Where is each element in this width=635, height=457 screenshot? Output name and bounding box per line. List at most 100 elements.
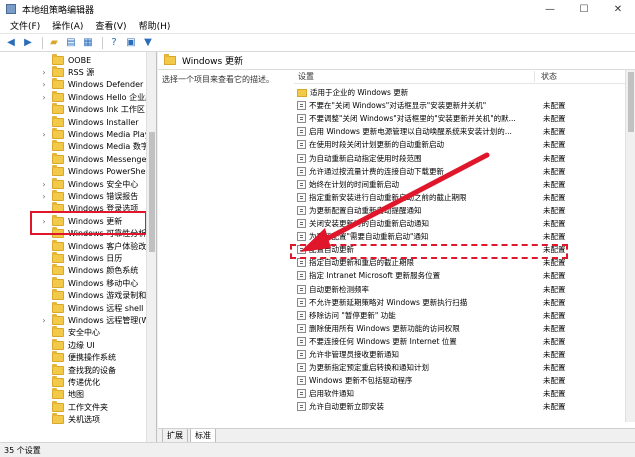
tree-item-label: Windows 日历 (68, 253, 123, 263)
policy-row[interactable]: 不要在"关闭 Windows"对话框显示"安装更新并关机" 未配置 (294, 100, 635, 111)
tree-item[interactable]: Windows 日历 (0, 251, 156, 264)
tree-item-label: Windows 远程 shell (68, 303, 144, 313)
chevron-right-icon[interactable]: › (40, 192, 48, 201)
tree-item[interactable]: › Windows 安全中心 (0, 177, 156, 190)
tree-item[interactable]: Windows 远程 shell (0, 301, 156, 314)
tree-item[interactable]: Windows Messenger (0, 152, 156, 165)
policy-row[interactable]: 为更新配置"需要自动重新启动"通知 未配置 (294, 231, 635, 242)
policy-icon (297, 114, 306, 124)
tree-item[interactable]: Windows PowerShell (0, 165, 156, 178)
tree-item[interactable]: › Windows Media Playe (0, 127, 156, 140)
policy-row[interactable]: 不要连接任何 Windows 更新 Internet 位置 未配置 (294, 336, 635, 347)
tree-item[interactable]: 便携操作系统 (0, 351, 156, 364)
policy-row[interactable]: 允许通过按流量计费的连接自动下载更新 未配置 (294, 166, 635, 177)
policy-row[interactable]: 自动更新检测频率 未配置 (294, 284, 635, 295)
tree-item[interactable]: 地图 (0, 388, 156, 401)
tree-item[interactable]: 安全中心 (0, 326, 156, 339)
list-scrollbar[interactable] (625, 70, 635, 422)
policy-icon (297, 232, 306, 242)
tree-item-label: Windows Defender Sm (67, 80, 157, 90)
policy-row[interactable]: 启用软件通知 未配置 (294, 388, 635, 399)
policy-row[interactable]: 为更新指定预定重启转换和通知计划 未配置 (294, 362, 635, 373)
policy-row[interactable]: 为更新配置自动重新启动提醒通知 未配置 (294, 205, 635, 216)
tree-item[interactable]: › Windows Hello 企业版 (0, 90, 156, 103)
policy-row[interactable]: Windows 更新不包括驱动程序 未配置 (294, 375, 635, 386)
chevron-right-icon[interactable]: › (40, 316, 48, 325)
tree-item[interactable]: Windows 移动中心 (0, 276, 156, 289)
tree-item[interactable]: 传递优化 (0, 375, 156, 388)
tree-item[interactable]: 工作文件夹 (0, 400, 156, 413)
policy-row[interactable]: 为自动重新启动指定使用时段范围 未配置 (294, 153, 635, 164)
tree-item[interactable]: › Windows Defender Sm (0, 78, 157, 91)
close-button[interactable]: ✕ (601, 0, 635, 18)
chevron-right-icon[interactable]: › (40, 93, 48, 102)
menu-help[interactable]: 帮助(H) (133, 19, 177, 32)
tree-scrollbar[interactable] (146, 52, 156, 442)
policy-row[interactable]: 允许自动更新立即安装 未配置 (294, 401, 635, 412)
policy-icon (297, 310, 306, 320)
menu-action[interactable]: 操作(A) (46, 19, 89, 32)
tree-item[interactable]: › Windows 远程管理(Wi (0, 313, 156, 326)
tab-extended[interactable]: 扩展 (162, 428, 188, 443)
tree-item[interactable]: 关机选项 (0, 413, 156, 426)
policy-row[interactable]: 指定重新安装进行自动重新启动之前的截止期限 未配置 (294, 192, 635, 203)
policy-icon (297, 219, 306, 228)
chevron-right-icon[interactable]: › (40, 180, 48, 189)
forward-icon[interactable]: ▶ (21, 36, 35, 50)
policy-row[interactable]: 在使用时段关闭计划更新的自动重新启动 未配置 (294, 139, 635, 150)
policy-row[interactable]: 适用于企业的 Windows 更新 (294, 87, 635, 98)
policy-row[interactable]: 启用 Windows 更新电源管理以自动唤醒系统来安装计划的... 未配置 (294, 126, 635, 137)
details-pane: Windows 更新 选择一个项目来查看它的描述。 设置 状态 适用于企业的 W… (158, 52, 635, 442)
menu-view[interactable]: 查看(V) (89, 19, 132, 32)
column-state[interactable]: 状态 (534, 71, 624, 82)
folder-icon (52, 326, 64, 338)
filter-icon[interactable]: ▼ (141, 36, 155, 50)
policy-row[interactable]: 移除访问 "暂停更新" 功能 未配置 (294, 310, 635, 321)
minimize-button[interactable]: — (533, 0, 567, 18)
tree-item[interactable]: 查找我的设备 (0, 363, 156, 376)
menu-file[interactable]: 文件(F) (4, 19, 46, 32)
policy-row[interactable]: 始终在计划的时间重新启动 未配置 (294, 179, 635, 190)
tree-item-label: 关机选项 (68, 415, 100, 425)
column-setting[interactable]: 设置 (294, 71, 534, 82)
tree-item[interactable]: Windows Media 数字 (0, 140, 156, 153)
policy-row[interactable]: 不允许更新延期策略对 Windows 更新执行扫描 未配置 (294, 297, 635, 308)
show-hide-tree-icon[interactable]: ▤ (64, 36, 78, 50)
tree-item[interactable]: Windows Installer (0, 115, 156, 128)
tree-item[interactable]: 边缘 UI (0, 338, 156, 351)
back-icon[interactable]: ◀ (4, 36, 18, 50)
maximize-button[interactable]: ☐ (567, 0, 601, 18)
policy-state: 未配置 (543, 114, 566, 124)
folder-icon (52, 363, 64, 375)
policy-row[interactable]: 允许非管理员接收更新通知 未配置 (294, 349, 635, 360)
help-icon[interactable]: ? (107, 36, 121, 50)
policy-row[interactable]: 不要调整"关闭 Windows"对话框里的"安装更新并关机"的默... 未配置 (294, 113, 635, 124)
policy-name: 允许自动更新立即安装 (309, 402, 384, 412)
export-list-icon[interactable]: ▦ (81, 36, 95, 50)
tree-item-label: Windows PowerShell (68, 167, 150, 177)
policy-row[interactable]: 关闭安装更新时的自动重新启动通知 未配置 (294, 218, 635, 229)
tab-standard[interactable]: 标准 (190, 428, 216, 443)
tree-item[interactable]: Windows 客户体验改善 (0, 239, 156, 252)
policy-name: 为自动重新启动指定使用时段范围 (309, 153, 422, 163)
policy-row[interactable]: 指定 Intranet Microsoft 更新服务位置 未配置 (294, 270, 635, 281)
tree-item[interactable]: Windows 颜色系统 (0, 264, 156, 277)
tree-item[interactable]: Windows 游戏录制和广 (0, 289, 156, 302)
folder-icon (52, 140, 64, 152)
tree-item[interactable]: Windows Ink 工作区 (0, 103, 156, 116)
list-scrollbar-thumb[interactable] (628, 72, 634, 132)
tree-item[interactable]: OOBE (0, 53, 156, 66)
tree-scrollbar-thumb[interactable] (149, 132, 155, 252)
policy-row[interactable]: 删除使用所有 Windows 更新功能的访问权限 未配置 (294, 323, 635, 334)
policy-icon (297, 376, 306, 386)
tree-item[interactable]: › Windows 错误报告 (0, 189, 156, 202)
tree-item-label: Windows Media 数字 (68, 142, 149, 152)
properties-icon[interactable]: ▣ (124, 36, 138, 50)
folder-up-icon[interactable]: ▰ (47, 36, 61, 50)
tree-item-label: Windows 客户体验改善 (68, 241, 155, 251)
chevron-right-icon[interactable]: › (40, 68, 48, 77)
chevron-right-icon[interactable]: › (40, 130, 48, 139)
chevron-right-icon[interactable]: › (40, 80, 48, 89)
tree-item[interactable]: › RSS 源 (0, 65, 156, 78)
navigation-tree: OOBE › RSS 源 › Windows Defender Sm › Windows H… (0, 52, 157, 442)
